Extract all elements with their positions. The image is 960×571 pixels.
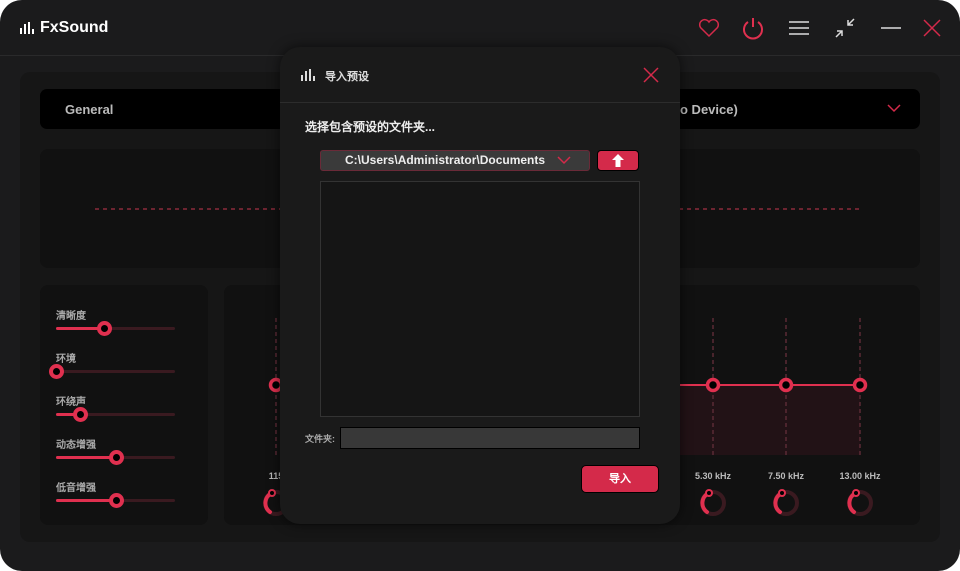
import-button[interactable]: 导入 <box>581 465 659 493</box>
effect-label: 低音增强 <box>56 483 96 494</box>
dialog-close-icon[interactable] <box>643 67 659 83</box>
preset-label: General <box>65 102 114 117</box>
slider-knob[interactable] <box>108 493 124 508</box>
import-preset-dialog: 导入预设 选择包含预设的文件夹... C:\Users\Administrato… <box>280 47 680 524</box>
app-window: FxSound General o Device) 清晰度环境环绕声动态增强低音… <box>0 0 960 571</box>
dialog-title: 导入预设 <box>325 71 369 83</box>
dialog-prompt: 选择包含预设的文件夹... <box>305 120 436 134</box>
chevron-down-icon <box>557 156 571 165</box>
effect-label: 清晰度 <box>56 311 86 322</box>
band-label: 13.00 kHz <box>839 471 881 481</box>
slider-knob[interactable] <box>96 321 112 336</box>
path-value: C:\Users\Administrator\Documents <box>345 153 546 167</box>
close-icon[interactable] <box>920 16 944 40</box>
path-dropdown[interactable]: C:\Users\Administrator\Documents <box>320 150 590 171</box>
folder-input[interactable] <box>340 427 640 449</box>
effect-slider[interactable] <box>56 493 175 508</box>
eq-area <box>676 385 860 455</box>
band-handle[interactable] <box>705 377 721 393</box>
band-label: 5.30 kHz <box>695 471 732 481</box>
effect-slider[interactable] <box>56 450 175 465</box>
band-dial-knob[interactable] <box>705 489 713 497</box>
slider-knob[interactable] <box>49 364 64 379</box>
effect-label: 环境 <box>56 354 76 365</box>
effect-slider[interactable] <box>49 364 175 379</box>
band-dial-knob[interactable] <box>268 489 276 497</box>
effect-slider[interactable] <box>56 321 175 336</box>
logo-bars-icon <box>301 69 315 81</box>
logo-bars-icon <box>20 22 34 34</box>
dialog-header: 导入预设 <box>280 47 680 103</box>
band-dial-knob[interactable] <box>778 489 786 497</box>
band-handle[interactable] <box>778 377 794 393</box>
arrow-up-icon <box>612 154 624 167</box>
slider-knob[interactable] <box>72 407 88 422</box>
slider-fill <box>56 499 116 502</box>
band-handle[interactable] <box>852 377 868 393</box>
shrink-icon[interactable] <box>833 16 857 40</box>
minimize-icon[interactable] <box>879 16 903 40</box>
effect-label: 动态增强 <box>56 440 96 451</box>
band-dial-knob[interactable] <box>852 489 860 497</box>
slider-fill <box>56 456 116 459</box>
parent-folder-button[interactable] <box>597 150 639 171</box>
heart-icon[interactable] <box>697 16 721 40</box>
slider-knob[interactable] <box>108 450 124 465</box>
power-icon[interactable] <box>741 16 765 40</box>
effect-slider[interactable] <box>56 407 175 422</box>
device-label: o Device) <box>680 102 738 117</box>
effect-label: 环绕声 <box>56 397 86 408</box>
band-label: 7.50 kHz <box>768 471 805 481</box>
menu-icon[interactable] <box>787 16 811 40</box>
effects-panel: 清晰度环境环绕声动态增强低音增强 <box>40 285 208 525</box>
folder-list[interactable] <box>320 181 640 417</box>
chevron-down-icon <box>887 104 901 113</box>
app-title: FxSound <box>40 19 109 36</box>
folder-label: 文件夹: <box>305 434 335 444</box>
app-logo: FxSound <box>20 19 108 37</box>
